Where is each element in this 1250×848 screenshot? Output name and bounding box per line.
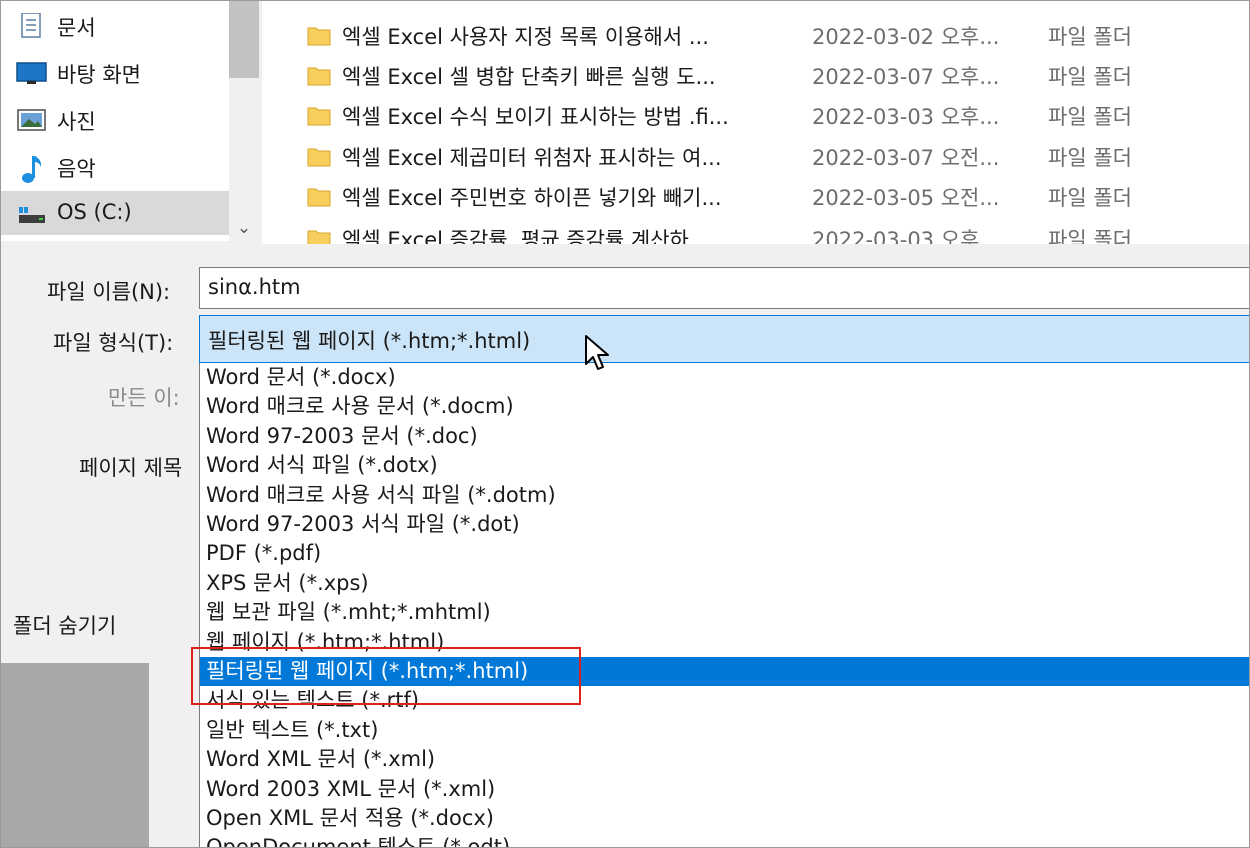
file-row[interactable]: 엑셀 Excel 증감률, 평균 증감률 계산하... 2022-03-03 오… xyxy=(262,217,1249,244)
file-row[interactable]: 엑셀 Excel 주민번호 하이픈 넣기와 빼기... 2022-03-05 오… xyxy=(262,175,1249,215)
nav-item-label: 음악 xyxy=(57,157,96,181)
mouse-cursor-icon xyxy=(584,334,612,374)
page-title-label: 페이지 제목 xyxy=(79,456,183,480)
filename-field[interactable]: sinα.htm xyxy=(199,267,1249,309)
dropdown-option[interactable]: Word 97-2003 문서 (*.doc) xyxy=(200,422,1249,451)
dropdown-option-highlighted[interactable]: 필터링된 웹 페이지 (*.htm;*.html) xyxy=(200,657,1249,687)
folder-icon xyxy=(307,25,331,46)
dropdown-option[interactable]: Word 97-2003 서식 파일 (*.dot) xyxy=(200,510,1249,539)
nav-item-documents[interactable]: 문서 xyxy=(1,3,229,47)
hide-folders-button[interactable]: 폴더 숨기기 xyxy=(13,610,116,640)
filetype-dropdown-list[interactable]: Word 문서 (*.docx) Word 매크로 사용 문서 (*.docm)… xyxy=(199,363,1249,847)
file-date: 2022-03-07 오후... xyxy=(812,65,1000,89)
nav-item-music[interactable]: 음악 xyxy=(1,144,229,188)
folder-icon xyxy=(307,186,331,207)
file-name: 엑셀 Excel 제곱미터 위첨자 표시하는 여... xyxy=(342,146,722,170)
folder-icon xyxy=(307,228,331,244)
drive-icon xyxy=(16,201,48,227)
dropdown-option[interactable]: Word XML 문서 (*.xml) xyxy=(200,745,1249,774)
file-type: 파일 폴더 xyxy=(1048,186,1132,210)
file-date: 2022-03-03 오후... xyxy=(812,228,1000,244)
file-list: 엑셀 Excel 사용자 지정 목록 이용해서 ... 2022-03-02 오… xyxy=(262,1,1249,244)
nav-item-label: 사진 xyxy=(57,110,96,134)
nav-item-label: 바탕 화면 xyxy=(57,63,141,87)
author-label: 만든 이: xyxy=(108,386,180,410)
file-row[interactable]: 엑셀 Excel 셀 병합 단축키 빠른 실행 도... 2022-03-07 … xyxy=(262,54,1249,94)
documents-icon xyxy=(16,12,48,39)
dropdown-option[interactable]: OpenDocument 텍스트 (*.odt) xyxy=(200,833,1249,847)
nav-item-pictures[interactable]: 사진 xyxy=(1,97,229,141)
file-type: 파일 폴더 xyxy=(1048,25,1132,49)
file-row[interactable]: 엑셀 Excel 사용자 지정 목록 이용해서 ... 2022-03-02 오… xyxy=(262,14,1249,54)
dropdown-option[interactable]: PDF (*.pdf) xyxy=(200,539,1249,568)
nav-item-os-drive[interactable]: OS (C:) xyxy=(1,191,229,235)
file-date: 2022-03-02 오후... xyxy=(812,25,1000,49)
dropdown-option[interactable]: Word 2003 XML 문서 (*.xml) xyxy=(200,775,1249,804)
file-type: 파일 폴더 xyxy=(1048,228,1132,244)
file-row[interactable]: 엑셀 Excel 제곱미터 위첨자 표시하는 여... 2022-03-07 오… xyxy=(262,135,1249,175)
file-date: 2022-03-03 오후... xyxy=(812,105,1000,129)
file-type: 파일 폴더 xyxy=(1048,65,1132,89)
file-date: 2022-03-05 오전... xyxy=(812,186,1000,210)
music-icon xyxy=(16,154,48,183)
dropdown-option[interactable]: 서식 있는 텍스트 (*.rtf) xyxy=(200,686,1249,715)
nav-item-desktop[interactable]: 바탕 화면 xyxy=(1,50,229,94)
background-strip xyxy=(149,663,201,847)
screenshot-frame: 문서 바탕 화면 사진 음악 OS (C:) ⌄ 엑셀 Excel 사용자 지정… xyxy=(0,0,1250,848)
file-name: 엑셀 Excel 증감률, 평균 증감률 계산하... xyxy=(342,228,709,244)
file-date: 2022-03-07 오전... xyxy=(812,146,1000,170)
file-name: 엑셀 Excel 수식 보이기 표시하는 방법 .fi... xyxy=(342,105,729,129)
desktop-icon xyxy=(16,60,48,86)
dropdown-option[interactable]: Word 문서 (*.docx) xyxy=(200,363,1249,392)
pictures-icon xyxy=(16,107,48,133)
folder-icon xyxy=(307,146,331,167)
nav-item-label: OS (C:) xyxy=(57,200,132,224)
file-name: 엑셀 Excel 주민번호 하이픈 넣기와 빼기... xyxy=(342,186,722,210)
filetype-label: 파일 형식(T): xyxy=(53,331,174,355)
filename-label: 파일 이름(N): xyxy=(47,280,171,304)
dropdown-option[interactable]: Word 매크로 사용 서식 파일 (*.dotm) xyxy=(200,481,1249,510)
file-name: 엑셀 Excel 사용자 지정 목록 이용해서 ... xyxy=(342,25,709,49)
background-area xyxy=(1,663,149,847)
navigation-pane: 문서 바탕 화면 사진 음악 OS (C:) xyxy=(1,1,229,241)
file-name: 엑셀 Excel 셀 병합 단축키 빠른 실행 도... xyxy=(342,65,716,89)
dropdown-option[interactable]: 웹 페이지 (*.htm;*.html) xyxy=(200,628,1249,657)
scroll-down-icon[interactable]: ⌄ xyxy=(229,216,259,241)
dropdown-option[interactable]: 일반 텍스트 (*.txt) xyxy=(200,716,1249,745)
dropdown-option[interactable]: Word 매크로 사용 문서 (*.docm) xyxy=(200,392,1249,421)
dropdown-option[interactable]: XPS 문서 (*.xps) xyxy=(200,569,1249,598)
file-row[interactable]: 엑셀 Excel 수식 보이기 표시하는 방법 .fi... 2022-03-0… xyxy=(262,94,1249,134)
file-type: 파일 폴더 xyxy=(1048,105,1132,129)
dropdown-option[interactable]: Open XML 문서 적용 (*.docx) xyxy=(200,804,1249,833)
dropdown-option[interactable]: 웹 보관 파일 (*.mht;*.mhtml) xyxy=(200,598,1249,627)
dropdown-option[interactable]: Word 서식 파일 (*.dotx) xyxy=(200,451,1249,480)
nav-item-label: 문서 xyxy=(57,16,96,40)
filetype-select[interactable]: 필터링된 웹 페이지 (*.htm;*.html) xyxy=(199,315,1249,363)
nav-scrollbar-thumb[interactable] xyxy=(229,1,259,78)
file-type: 파일 폴더 xyxy=(1048,146,1132,170)
folder-icon xyxy=(307,65,331,86)
folder-icon xyxy=(307,105,331,126)
